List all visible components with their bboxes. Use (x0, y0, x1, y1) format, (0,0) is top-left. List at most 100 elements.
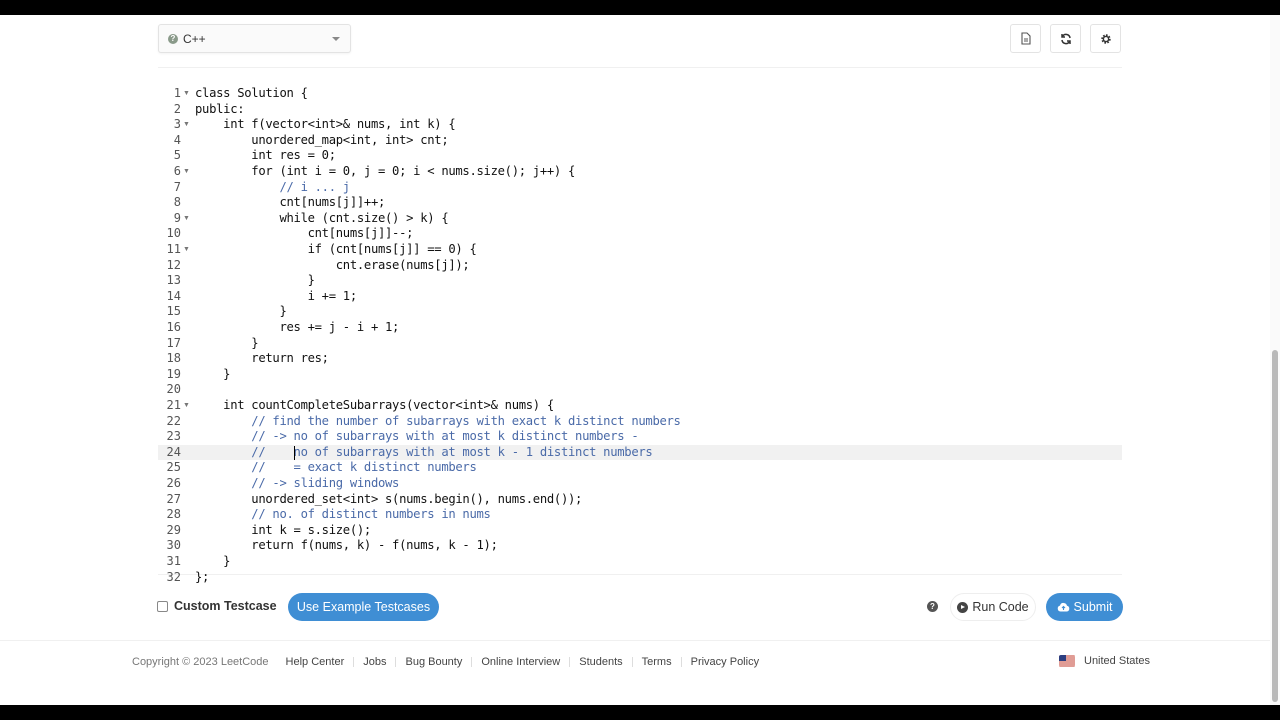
fold-arrow-icon[interactable]: ▼ (183, 242, 190, 258)
language-select[interactable]: ? C++ (158, 24, 351, 53)
line-number: 8 (173, 195, 181, 210)
page-scrollbar[interactable] (1270, 15, 1280, 705)
line-number: 26 (166, 476, 181, 490)
code-text: return res; (195, 351, 329, 366)
fold-arrow-icon[interactable]: ▼ (183, 164, 190, 180)
footer-link[interactable]: Terms (642, 656, 672, 668)
line-number: 6 (173, 164, 181, 178)
code-line[interactable]: 26 // -> sliding windows (158, 476, 1122, 492)
code-line[interactable]: 28 // no. of distinct numbers in nums (158, 507, 1122, 523)
code-line[interactable]: 4 unordered_map<int, int> cnt; (158, 133, 1122, 149)
footer-separator (631, 657, 633, 667)
footer-link[interactable]: Privacy Policy (691, 656, 759, 668)
line-number: 5 (173, 148, 181, 163)
code-line[interactable]: 27 unordered_set<int> s(nums.begin(), nu… (158, 492, 1122, 508)
code-line[interactable]: 22 // find the number of subarrays with … (158, 414, 1122, 430)
language-label: C++ (183, 31, 206, 46)
code-text: } (195, 304, 287, 319)
code-line[interactable]: 25 // = exact k distinct numbers (158, 460, 1122, 476)
code-line[interactable]: 30 return f(nums, k) - f(nums, k - 1); (158, 538, 1122, 554)
line-number: 23 (166, 429, 181, 444)
code-line[interactable]: 17 } (158, 336, 1122, 352)
line-number: 30 (166, 538, 181, 553)
line-number: 1 (173, 86, 181, 100)
code-editor-page: ? C++ 1 ▼ class Solution {2 public: 3 ▼ int f… (0, 15, 1280, 705)
code-line[interactable]: 5 int res = 0; (158, 148, 1122, 164)
code-line[interactable]: 12 cnt.erase(nums[j]); (158, 258, 1122, 274)
settings-button[interactable] (1090, 24, 1121, 53)
fold-arrow-icon[interactable]: ▼ (183, 86, 190, 102)
footer-link[interactable]: Help Center (286, 656, 345, 668)
code-text: while (cnt.size() > k) { (195, 210, 449, 225)
code-line[interactable]: 21 ▼ int countCompleteSubarrays(vector<in… (158, 398, 1122, 414)
line-number: 29 (166, 522, 181, 537)
code-line[interactable]: 11 ▼ if (cnt[nums[j]] == 0) { (158, 242, 1122, 258)
fold-arrow-icon[interactable]: ▼ (183, 211, 190, 227)
footer-link[interactable]: Online Interview (481, 656, 560, 668)
custom-testcase-label: Custom Testcase (174, 599, 277, 613)
refresh-icon (1060, 33, 1071, 44)
code-line[interactable]: 31 } (158, 554, 1122, 570)
region-selector[interactable]: United States (1059, 655, 1150, 667)
custom-testcase-toggle[interactable]: Custom Testcase (157, 599, 277, 613)
code-line[interactable]: 10 cnt[nums[j]]--; (158, 226, 1122, 242)
gear-icon (1100, 33, 1111, 44)
code-line[interactable]: 32}; (158, 570, 1122, 586)
submit-label: Submit (1073, 600, 1113, 614)
footer-link[interactable]: Students (579, 656, 622, 668)
code-line[interactable]: 14 i += 1; (158, 289, 1122, 305)
footer-separator (471, 657, 473, 667)
code-text: res += j - i + 1; (195, 320, 400, 334)
code-line[interactable]: 13 } (158, 273, 1122, 289)
code-line[interactable]: 3 ▼ int f(vector<int>& nums, int k) { (158, 117, 1122, 133)
line-number: 21 (166, 398, 181, 412)
code-line[interactable]: 9 ▼ while (cnt.size() > k) { (158, 211, 1122, 227)
line-number: 24 (166, 444, 181, 459)
code-line[interactable]: 29 int k = s.size(); (158, 523, 1122, 539)
footer-divider (0, 640, 1270, 641)
code-text: } (195, 366, 231, 381)
notes-button[interactable] (1010, 24, 1041, 53)
code-line[interactable]: 20 (158, 382, 1122, 398)
footer-separator (395, 657, 397, 667)
help-icon[interactable]: ? (927, 601, 938, 612)
code-line[interactable]: 8 cnt[nums[j]]++; (158, 195, 1122, 211)
code-comment: // -> sliding windows (195, 476, 400, 490)
line-number: 22 (166, 413, 181, 428)
footer-link[interactable]: Bug Bounty (405, 656, 462, 668)
line-number: 28 (166, 507, 181, 522)
code-line[interactable]: 7 // i ... j (158, 180, 1122, 196)
code-text: int k = s.size(); (195, 522, 371, 537)
line-number: 10 (166, 226, 181, 241)
line-number: 7 (173, 179, 181, 194)
run-code-button[interactable]: Run Code (950, 593, 1036, 621)
fold-arrow-icon[interactable]: ▼ (183, 398, 190, 414)
code-line[interactable]: 2 public: (158, 102, 1122, 118)
scrollbar-thumb[interactable] (1272, 350, 1278, 702)
code-line[interactable]: 6 ▼ for (int i = 0, j = 0; i < nums.size(… (158, 164, 1122, 180)
line-number: 13 (166, 273, 181, 288)
code-text: cnt[nums[j]]--; (195, 226, 414, 241)
code-line[interactable]: 16 res += j - i + 1; (158, 320, 1122, 336)
code-line[interactable]: 15 } (158, 304, 1122, 320)
footer-link[interactable]: Jobs (363, 656, 386, 668)
code-line[interactable]: 24 // no of subarrays with at most k - 1… (158, 444, 1122, 461)
footer-links: Copyright © 2023 LeetCode Help Center Job… (132, 656, 759, 668)
use-example-testcases-button[interactable]: Use Example Testcases (288, 593, 439, 621)
code-line[interactable]: 19 } (158, 367, 1122, 383)
code-text: } (195, 273, 315, 288)
code-line[interactable]: 18 return res; (158, 351, 1122, 367)
reset-button[interactable] (1050, 24, 1081, 53)
code-line[interactable]: 23 // -> no of subarrays with at most k … (158, 429, 1122, 445)
code-comment: // -> no of subarrays with at most k dis… (195, 429, 639, 444)
code-text: for (int i = 0, j = 0; i < nums.size(); … (195, 164, 576, 178)
line-number: 11 (166, 242, 181, 256)
fold-arrow-icon[interactable]: ▼ (183, 117, 190, 133)
code-text: i += 1; (195, 288, 358, 303)
submit-button[interactable]: Submit (1046, 593, 1123, 621)
custom-testcase-checkbox[interactable] (157, 600, 168, 612)
line-number: 18 (166, 351, 181, 366)
code-editor[interactable]: 1 ▼ class Solution {2 public: 3 ▼ int f(vecto… (158, 67, 1122, 584)
code-line[interactable]: 1 ▼ class Solution { (158, 86, 1122, 102)
cloud-upload-icon (1057, 602, 1069, 612)
